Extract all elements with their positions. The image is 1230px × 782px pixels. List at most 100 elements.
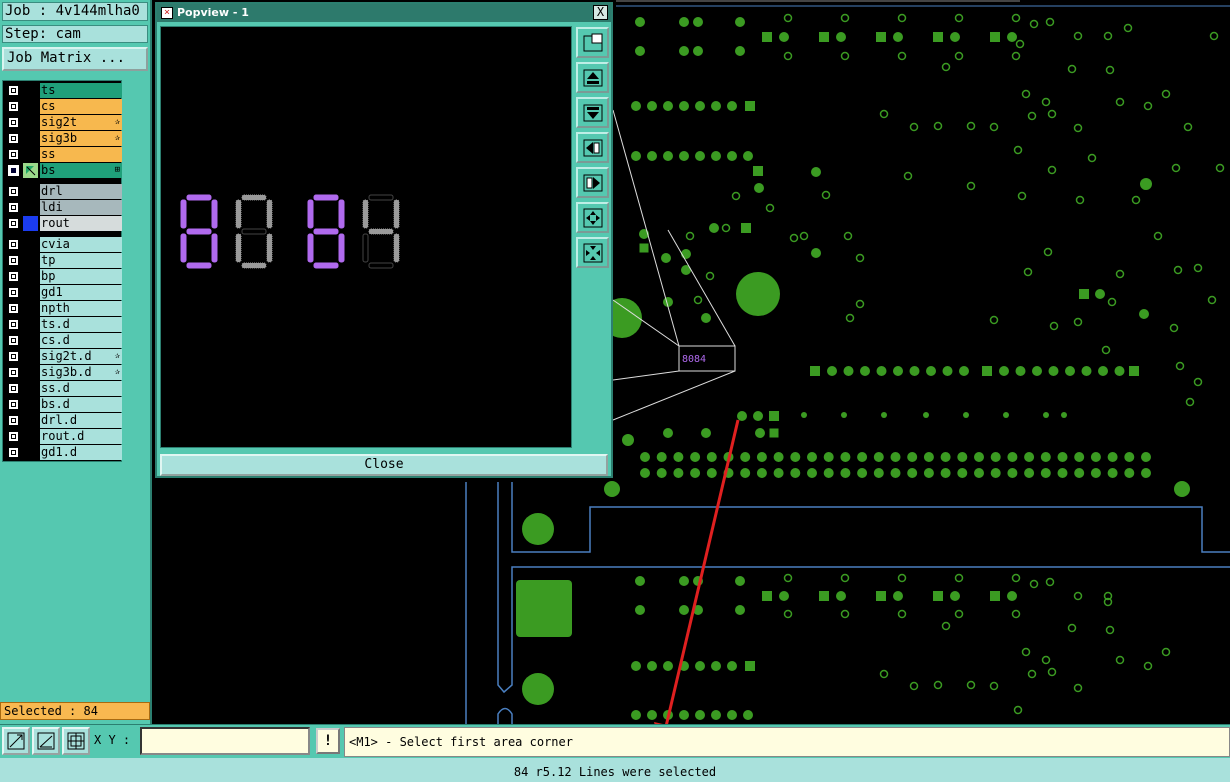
layer-row-ldi[interactable]: ldi — [4, 200, 122, 215]
layer-row-sig3b-d[interactable]: sig3b.d ✰ — [4, 365, 122, 380]
layer-affected-box[interactable] — [23, 317, 38, 332]
popview-close-x-button[interactable]: X — [593, 5, 608, 20]
popview-canvas[interactable] — [160, 26, 572, 448]
layer-row-cs-d[interactable]: cs.d — [4, 333, 122, 348]
layer-checkbox[interactable] — [8, 101, 19, 112]
layer-affected-box[interactable] — [23, 216, 38, 231]
layer-row-bs[interactable]: bs ⊞ — [4, 163, 122, 178]
layer-affected-box[interactable] — [23, 349, 38, 364]
popview-titlebar[interactable]: × Popview - 1 X — [157, 4, 611, 22]
layer-row-ss-d[interactable]: ss.d — [4, 381, 122, 396]
layer-row-sig2t-d[interactable]: sig2t.d ✰ — [4, 349, 122, 364]
layer-checkbox[interactable] — [8, 319, 19, 330]
layer-affected-box[interactable] — [23, 285, 38, 300]
layer-affected-box[interactable] — [23, 301, 38, 316]
zoom-in-button[interactable] — [576, 202, 609, 233]
pad — [679, 17, 689, 27]
xy-input[interactable] — [140, 727, 310, 755]
layer-row-gd1-d[interactable]: gd1.d — [4, 445, 122, 460]
layer-row-sig2t[interactable]: sig2t ✰ — [4, 115, 122, 130]
layer-checkbox[interactable] — [8, 117, 19, 128]
square-pad — [933, 32, 943, 42]
layer-row-ss[interactable]: ss — [4, 147, 122, 162]
layer-checkbox[interactable] — [8, 415, 19, 426]
layer-affected-box[interactable] — [23, 131, 38, 146]
layer-affected-box[interactable] — [23, 99, 38, 114]
layer-row-drl[interactable]: drl — [4, 184, 122, 199]
layer-down-button[interactable] — [576, 97, 609, 128]
layer-row-cs[interactable]: cs — [4, 99, 122, 114]
layer-affected-box[interactable] — [23, 200, 38, 215]
layer-row-rout[interactable]: rout — [4, 216, 122, 231]
layer-up-button[interactable] — [576, 62, 609, 93]
layer-row-bs-d[interactable]: bs.d — [4, 397, 122, 412]
layer-checkbox[interactable] — [8, 367, 19, 378]
layer-row-gd1[interactable]: gd1 — [4, 285, 122, 300]
via — [1049, 321, 1059, 331]
layer-affected-box[interactable] — [23, 163, 38, 178]
pad — [679, 151, 689, 161]
layer-affected-box[interactable] — [23, 365, 38, 380]
layer-row-tp[interactable]: tp — [4, 253, 122, 268]
layer-checkbox[interactable] — [8, 239, 19, 250]
window-fit-button[interactable] — [576, 27, 609, 58]
snap-grid-button[interactable] — [62, 727, 90, 755]
layer-checkbox[interactable] — [8, 149, 19, 160]
layer-checkbox[interactable] — [8, 271, 19, 282]
digit-segment — [235, 233, 242, 263]
layer-row-ts-d[interactable]: ts.d — [4, 317, 122, 332]
layer-row-bp[interactable]: bp — [4, 269, 122, 284]
layer-checkbox[interactable] — [8, 133, 19, 144]
layer-checkbox[interactable] — [8, 383, 19, 394]
layer-checkbox[interactable] — [8, 335, 19, 346]
layer-checkbox[interactable] — [8, 287, 19, 298]
layer-affected-box[interactable] — [23, 381, 38, 396]
pad — [690, 452, 701, 462]
pad — [695, 661, 705, 671]
layer-checkbox[interactable] — [8, 447, 19, 458]
digit-segment — [307, 233, 314, 263]
measure-tool-button[interactable] — [2, 727, 30, 755]
layer-affected-box[interactable] — [23, 269, 38, 284]
layer-row-ts[interactable]: ts — [4, 83, 122, 98]
layer-affected-box[interactable] — [23, 253, 38, 268]
layer-row-drl-d[interactable]: drl.d — [4, 413, 122, 428]
layer-checkbox[interactable] — [8, 399, 19, 410]
layer-checkbox[interactable] — [8, 165, 19, 176]
pad — [836, 32, 846, 42]
via — [1029, 19, 1039, 29]
layer-affected-box[interactable] — [23, 333, 38, 348]
pan-right-button[interactable] — [576, 167, 609, 198]
layer-row-rout-d[interactable]: rout.d — [4, 429, 122, 444]
layer-checkbox[interactable] — [8, 303, 19, 314]
pan-left-button[interactable] — [576, 132, 609, 163]
layer-checkbox[interactable] — [8, 255, 19, 266]
layer-row-sig3b[interactable]: sig3b ✰ — [4, 131, 122, 146]
layer-affected-box[interactable] — [23, 413, 38, 428]
layer-affected-box[interactable] — [23, 147, 38, 162]
pad — [1061, 412, 1067, 418]
layer-checkbox[interactable] — [8, 202, 19, 213]
layer-affected-box[interactable] — [23, 237, 38, 252]
layer-checkbox[interactable] — [8, 431, 19, 442]
layer-affected-box[interactable] — [23, 83, 38, 98]
layer-checkbox[interactable] — [8, 186, 19, 197]
layer-affected-box[interactable] — [23, 445, 38, 460]
layer-row-npth[interactable]: npth — [4, 301, 122, 316]
digit-segment — [393, 199, 400, 229]
zoom-out-button[interactable] — [576, 237, 609, 268]
layer-affected-box[interactable] — [23, 184, 38, 199]
window-menu-icon[interactable]: × — [161, 7, 173, 19]
angle-tool-button[interactable] — [32, 727, 60, 755]
job-matrix-button[interactable]: Job Matrix ... — [2, 47, 148, 71]
layer-row-cvia[interactable]: cvia — [4, 237, 122, 252]
exclamation-button[interactable]: ! — [316, 728, 340, 754]
layer-checkbox[interactable] — [8, 218, 19, 229]
layer-affected-box[interactable] — [23, 115, 38, 130]
layer-affected-box[interactable] — [23, 397, 38, 412]
layer-checkbox[interactable] — [8, 85, 19, 96]
pad — [1174, 481, 1190, 497]
layer-affected-box[interactable] — [23, 429, 38, 444]
layer-checkbox[interactable] — [8, 351, 19, 362]
popview-close-button[interactable]: Close — [160, 454, 608, 476]
